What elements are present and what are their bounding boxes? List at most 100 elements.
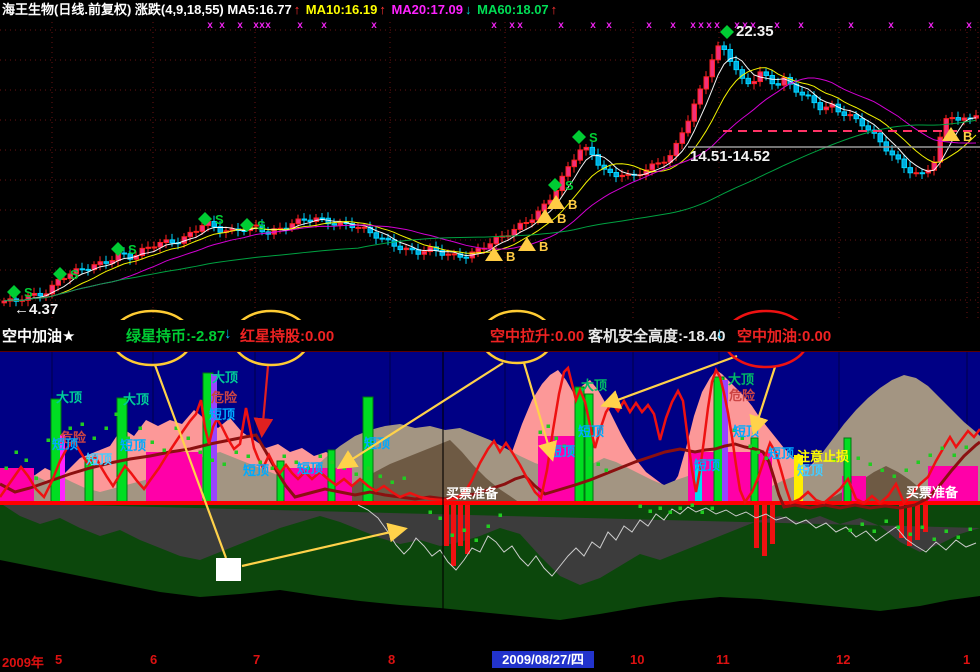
axis-month-label[interactable]: 12: [836, 652, 850, 667]
panel-label: 买票准备: [906, 485, 959, 500]
indicator-readout: 红星持股:0.00: [240, 328, 335, 345]
candle-body: [421, 251, 427, 255]
time-axis[interactable]: 2009年 2009/08/27/四 5 6 7 8 10 11 12 1: [0, 638, 980, 672]
candle-body: [103, 261, 109, 264]
below-zero-red-bar: [762, 505, 767, 556]
green-dot: [402, 476, 406, 480]
green-dot: [438, 516, 442, 520]
indicator-readout: 空中拉升:0.00: [490, 328, 585, 345]
green-dot: [748, 444, 752, 448]
green-dot: [342, 466, 346, 470]
panel-label: 大顶: [581, 378, 607, 393]
axis-month-label[interactable]: 6: [150, 652, 157, 667]
x-mark: x: [848, 20, 854, 31]
green-dot: [282, 454, 286, 458]
green-dot: [538, 430, 542, 434]
candle-body: [847, 114, 853, 117]
x-mark: x: [714, 20, 720, 31]
below-zero-red-bar: [444, 505, 449, 546]
x-mark: x: [558, 20, 564, 31]
green-dot: [462, 528, 466, 532]
panel-label: 买票准备: [446, 486, 499, 501]
candle-body: [475, 247, 481, 253]
candle-body: [559, 175, 565, 192]
axis-month-label[interactable]: 5: [55, 652, 62, 667]
axis-month-label[interactable]: 11: [716, 652, 730, 667]
candle-body: [709, 59, 715, 78]
divider: [0, 351, 980, 352]
sell-label: S: [128, 242, 137, 257]
panel-label: 短顶: [120, 438, 146, 453]
range-price-label: 14.51-14.52: [690, 148, 770, 165]
candle-body: [151, 246, 157, 249]
panel-label: 短顶: [86, 452, 112, 467]
below-zero-red-bar: [458, 505, 463, 546]
candle-body: [193, 230, 199, 233]
sell-label: S: [257, 218, 266, 233]
trend-arrow-icon: ↑: [379, 2, 386, 17]
trade-markers: SSSS SSSBBBBB: [7, 25, 972, 300]
reference-lines: [688, 130, 980, 148]
indicator-readout: 空中加油:0.00: [737, 328, 832, 345]
green-dot: [104, 426, 108, 430]
axis-month-label[interactable]: 8: [388, 652, 395, 667]
candle-body: [649, 163, 655, 171]
buy-label: B: [506, 249, 515, 264]
title-segment: 海王生物(日线.前复权) 涨跌(4,9,18,55) MA5:16.77: [2, 2, 292, 17]
buy-triangle-icon: [518, 237, 536, 251]
candle-body: [913, 172, 919, 175]
magenta-block: [146, 452, 202, 503]
title-bar: 海王生物(日线.前复权) 涨跌(4,9,18,55) MA5:16.77 ↑ MA…: [0, 0, 980, 20]
green-dot: [546, 424, 550, 428]
x-mark: x: [966, 20, 972, 31]
x-mark: x: [888, 20, 894, 31]
candle-body: [427, 246, 433, 253]
candle-body: [931, 161, 937, 171]
ma5-line: [3, 56, 977, 302]
indicator-panel[interactable]: 大顶 大顶大顶大顶 大顶危险危险 危险短顶短顶短顶短顶短顶 短顶短顶短顶短顶短顶短顶短顶…: [0, 352, 980, 638]
green-dot: [162, 448, 166, 452]
candle-body: [445, 253, 451, 256]
ma-lines: [3, 56, 977, 302]
green-dot: [354, 472, 358, 476]
green-bar: [843, 437, 852, 504]
axis-month-label[interactable]: 1: [963, 652, 970, 667]
green-bar: [327, 449, 336, 504]
trend-arrow-icon: ↑: [550, 2, 558, 17]
axis-month-label[interactable]: 10: [630, 652, 644, 667]
axis-selected-date[interactable]: 2009/08/27/四: [492, 651, 594, 668]
candle-body: [721, 45, 727, 51]
candle-body: [451, 253, 457, 256]
trend-arrow-icon: ↓: [465, 2, 472, 17]
green-dot: [80, 422, 84, 426]
candle-body: [121, 252, 127, 255]
green-dot: [428, 510, 432, 514]
candle-body: [955, 117, 961, 121]
indicator-readout: 空中加油★: [2, 328, 76, 345]
green-dot: [648, 509, 652, 513]
candle-body: [319, 217, 325, 220]
candle-body: [397, 245, 403, 251]
candlesticks[interactable]: [1, 41, 979, 307]
green-dot: [872, 529, 876, 533]
candle-body: [823, 106, 829, 111]
green-dot: [668, 510, 672, 514]
buy-label: B: [568, 197, 577, 212]
candle-body: [703, 76, 709, 90]
candle-body: [673, 142, 679, 157]
candle-body: [661, 161, 667, 164]
green-dot: [848, 528, 852, 532]
indicator-readout: 绿星持币:-2.87: [126, 328, 226, 345]
x-mark: x: [371, 20, 377, 31]
panel-label: 短顶: [694, 458, 720, 473]
green-dot: [498, 513, 502, 517]
panel-label: 短顶: [797, 463, 823, 478]
buy-label: B: [557, 211, 566, 226]
panel-label: 注意止损: [797, 449, 849, 464]
axis-month-label[interactable]: 7: [253, 652, 260, 667]
panel-label: 大顶: [56, 390, 82, 405]
green-dot: [896, 525, 900, 529]
candle-body: [907, 167, 913, 174]
x-mark: x: [509, 20, 515, 31]
title-segment: MA60:18.07: [473, 2, 549, 17]
